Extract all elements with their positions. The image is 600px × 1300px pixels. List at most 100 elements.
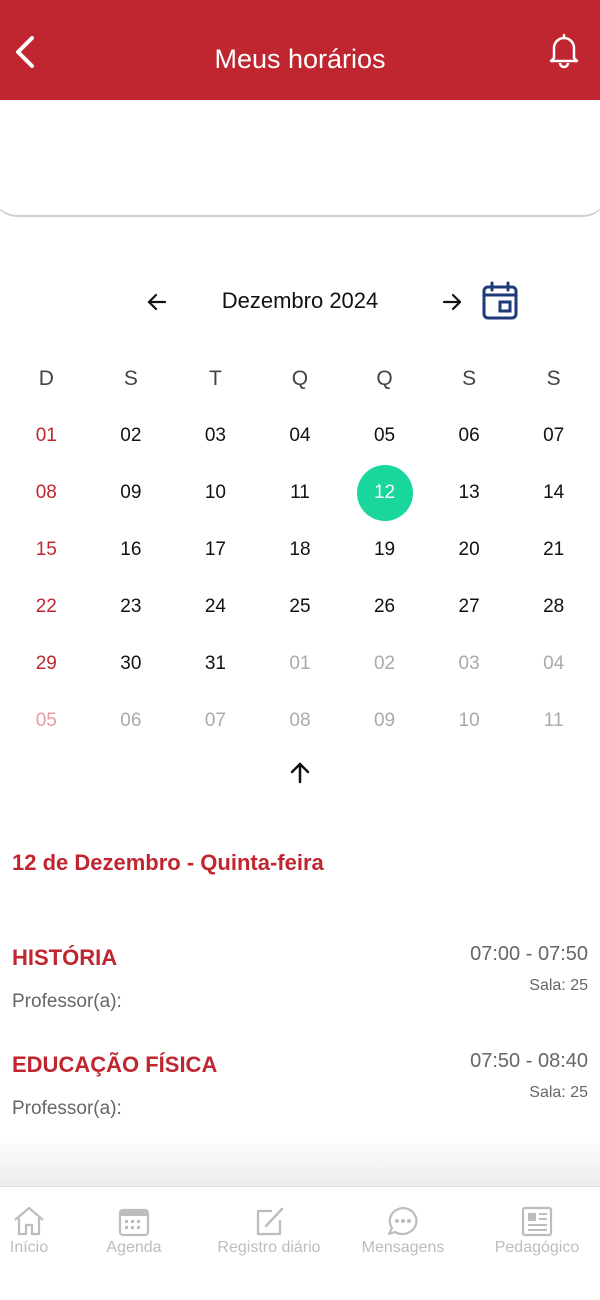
calendar-day-number: 26: [373, 595, 396, 617]
calendar-day[interactable]: 09: [342, 692, 427, 749]
nav-label: Registro diário: [217, 1239, 321, 1256]
arrow-right-icon: [442, 293, 462, 311]
calendar-day[interactable]: 11: [258, 464, 343, 521]
nav-item-registro-diario[interactable]: Registro diário: [208, 1205, 330, 1257]
calendar-day[interactable]: 22: [4, 578, 89, 635]
calendar-day[interactable]: 02: [342, 635, 427, 692]
calendar-day-number: 02: [373, 652, 396, 674]
nav-item-pedagogico[interactable]: Pedagógico: [486, 1205, 588, 1257]
lesson-room: Sala: 25: [529, 977, 588, 994]
calendar-day-number: 01: [289, 652, 311, 674]
calendar-day[interactable]: 01: [4, 407, 89, 464]
calendar-day[interactable]: 05: [342, 407, 427, 464]
calendar-day[interactable]: 02: [89, 407, 174, 464]
calendar-day-number: 10: [204, 481, 226, 503]
calendar-day[interactable]: 18: [258, 521, 343, 578]
calendar-day[interactable]: 10: [427, 692, 512, 749]
calendar-day-number: 12: [373, 481, 396, 503]
calendar-day[interactable]: 21: [511, 521, 596, 578]
nav-label: Mensagens: [361, 1239, 445, 1256]
calendar-day[interactable]: 08: [258, 692, 343, 749]
weekday-header: D S T Q Q S S: [4, 350, 596, 407]
nav-item-inicio[interactable]: Início: [0, 1205, 58, 1257]
calendar-day[interactable]: 03: [173, 407, 258, 464]
calendar-day[interactable]: 08: [4, 464, 89, 521]
calendar-day-number: 03: [458, 652, 480, 674]
calendar-day-number: 28: [543, 595, 565, 617]
calendar-day-selected[interactable]: 12: [342, 464, 427, 521]
calendar-today-icon: [482, 281, 518, 320]
calendar-day[interactable]: 26: [342, 578, 427, 635]
calendar-day[interactable]: 13: [427, 464, 512, 521]
calendar-day[interactable]: 29: [4, 635, 89, 692]
calendar-day-number: 16: [120, 538, 142, 560]
previous-month-button[interactable]: [145, 290, 169, 314]
calendar-day-number: 19: [373, 538, 396, 560]
collapse-calendar-button[interactable]: [287, 760, 313, 786]
month-label: Dezembro 2024: [221, 288, 379, 313]
header-card: [0, 100, 600, 217]
calendar-day[interactable]: 17: [173, 521, 258, 578]
calendar-day[interactable]: 24: [173, 578, 258, 635]
calendar-day[interactable]: 11: [511, 692, 596, 749]
calendar-day[interactable]: 01: [258, 635, 343, 692]
calendar-day[interactable]: 06: [89, 692, 174, 749]
bell-icon: [549, 33, 579, 69]
calendar-day-number: 04: [543, 652, 565, 674]
nav-label: Pedagógico: [494, 1239, 580, 1256]
calendar-day-number: 25: [289, 595, 311, 617]
calendar-day-number: 23: [120, 595, 142, 617]
next-month-button[interactable]: [440, 290, 464, 314]
notifications-button[interactable]: [544, 30, 584, 70]
calendar-day-number: 18: [289, 538, 311, 560]
calendar-day[interactable]: 23: [89, 578, 174, 635]
calendar-day[interactable]: 16: [89, 521, 174, 578]
lesson-subject: EDUCAÇÃO FÍSICA: [12, 1052, 218, 1077]
calendar-day[interactable]: 19: [342, 521, 427, 578]
calendar-day[interactable]: 10: [173, 464, 258, 521]
weekday-label: S: [123, 366, 138, 390]
calendar-day-number: 06: [120, 709, 142, 731]
calendar-week-row: 01 02 03 04 05 06 07: [4, 407, 596, 464]
calendar-day[interactable]: 09: [89, 464, 174, 521]
calendar-day-number: 05: [373, 424, 396, 446]
calendar-picker-button[interactable]: [479, 280, 521, 322]
calendar-day-number: 07: [204, 709, 226, 731]
lesson-time: 07:00 - 07:50: [470, 943, 588, 965]
lesson-room: Sala: 25: [529, 1084, 588, 1101]
calendar-day[interactable]: 30: [89, 635, 174, 692]
calendar-day-number: 01: [35, 424, 57, 446]
calendar-day[interactable]: 07: [173, 692, 258, 749]
weekday-label: Q: [291, 366, 309, 390]
calendar-day[interactable]: 03: [427, 635, 512, 692]
calendar-day[interactable]: 07: [511, 407, 596, 464]
calendar-day[interactable]: 06: [427, 407, 512, 464]
calendar-week-row: 22 23 24 25 26 27 28: [4, 578, 596, 635]
calendar-day[interactable]: 14: [511, 464, 596, 521]
calendar-day-number: 22: [35, 595, 57, 617]
nav-item-agenda[interactable]: Agenda: [95, 1205, 173, 1257]
calendar-day[interactable]: 25: [258, 578, 343, 635]
calendar-week-row: 05 06 07 08 09 10 11: [4, 692, 596, 749]
weekday-label: S: [546, 366, 561, 390]
calendar-week-row: 29 30 31 01 02 03 04: [4, 635, 596, 692]
calendar-day[interactable]: 15: [4, 521, 89, 578]
app-header: Meus horários: [0, 0, 600, 100]
calendar-day-number: 31: [204, 652, 226, 674]
nav-item-mensagens[interactable]: Mensagens: [355, 1205, 451, 1257]
calendar-week-row: 15 16 17 18 19 20 21: [4, 521, 596, 578]
calendar-day[interactable]: 31: [173, 635, 258, 692]
scroll-fade: [0, 1135, 600, 1187]
calendar-day[interactable]: 04: [511, 635, 596, 692]
calendar-day-number: 04: [289, 424, 311, 446]
lesson-subject: HISTÓRIA: [12, 945, 118, 970]
calendar-day[interactable]: 20: [427, 521, 512, 578]
calendar-grid: D S T Q Q S S 01 02 03 04 05 06 07 08 09 10 11 12 13…: [4, 350, 596, 749]
month-navigation: Dezembro 2024: [0, 280, 600, 324]
calendar-day-number: 09: [373, 709, 396, 731]
calendar-day[interactable]: 27: [427, 578, 512, 635]
calendar-day[interactable]: 04: [258, 407, 343, 464]
calendar-day[interactable]: 05: [4, 692, 89, 749]
edit-icon: [256, 1207, 284, 1236]
calendar-day[interactable]: 28: [511, 578, 596, 635]
